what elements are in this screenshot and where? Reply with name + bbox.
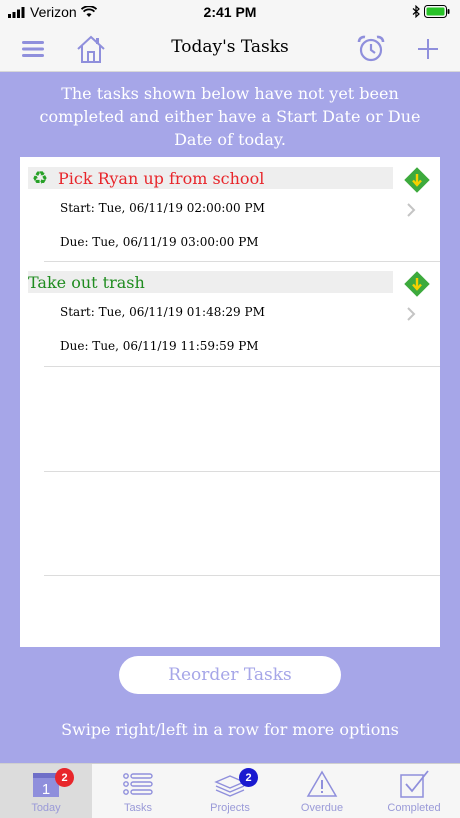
alarm-button[interactable] (354, 32, 388, 66)
tab-label: Today (31, 802, 61, 814)
chevron-right-icon (407, 203, 416, 217)
status-bar: Verizon 2:41 PM (0, 0, 460, 26)
tab-label: Tasks (123, 802, 153, 814)
task-start-date: Start: Tue, 06/11/19 02:00:00 PM (60, 201, 265, 215)
task-title: Take out trash (28, 272, 145, 292)
status-time: 2:41 PM (203, 4, 257, 20)
tab-tasks[interactable]: Tasks (92, 764, 184, 818)
priority-low-icon (404, 271, 430, 297)
page-title: Today's Tasks (171, 37, 289, 57)
task-title: Pick Ryan up from school (58, 168, 265, 188)
task-title-bar: Take out trash (28, 271, 393, 293)
battery (412, 5, 450, 18)
chevron-right-icon (407, 307, 416, 321)
tab-label: Projects (210, 802, 250, 814)
tab-label: Completed (387, 802, 441, 814)
checkbox-icon (400, 770, 429, 798)
task-start-date: Start: Tue, 06/11/19 01:48:29 PM (60, 305, 265, 319)
hint-text: Swipe right/left in a row for more optio… (61, 720, 399, 739)
bluetooth-icon (412, 5, 420, 18)
today-badge: 2 (55, 768, 74, 787)
task-due-date: Due: Tue, 06/11/19 03:00:00 PM (60, 235, 259, 249)
row-separator (44, 366, 440, 367)
task-title-bar: ♻ Pick Ryan up from school (28, 167, 393, 189)
tab-overdue[interactable]: Overdue (276, 764, 368, 818)
tab-projects[interactable]: 2 Projects (184, 764, 276, 818)
tab-bar: 1 2 Today Tasks 2 Projects Overdue Compl… (0, 763, 460, 818)
task-row[interactable]: Take out trash Start: Tue, 06/11/19 01:4… (20, 261, 440, 365)
nav-bar: Today's Tasks (0, 26, 460, 72)
tab-today[interactable]: 1 2 Today (0, 764, 92, 818)
tab-label: Overdue (300, 802, 344, 814)
row-separator (44, 575, 440, 576)
battery-icon (424, 5, 450, 18)
calendar-day: 1 (42, 781, 50, 798)
list-icon (123, 773, 153, 795)
task-due-date: Due: Tue, 06/11/19 11:59:59 PM (60, 339, 259, 353)
warning-icon (306, 770, 338, 797)
reorder-tasks-button[interactable]: Reorder Tasks (119, 656, 341, 694)
info-text: The tasks shown below have not yet been … (39, 84, 421, 149)
priority-low-icon (404, 167, 430, 193)
add-task-button[interactable] (411, 32, 445, 66)
task-row[interactable]: ♻ Pick Ryan up from school Start: Tue, 0… (20, 157, 440, 261)
plus-icon (418, 39, 438, 59)
projects-badge: 2 (239, 768, 258, 787)
alarm-clock-icon (357, 35, 385, 62)
tab-completed[interactable]: Completed (368, 764, 460, 818)
task-list: ♻ Pick Ryan up from school Start: Tue, 0… (20, 157, 440, 647)
recycle-icon: ♻ (31, 167, 49, 188)
row-separator (44, 471, 440, 472)
